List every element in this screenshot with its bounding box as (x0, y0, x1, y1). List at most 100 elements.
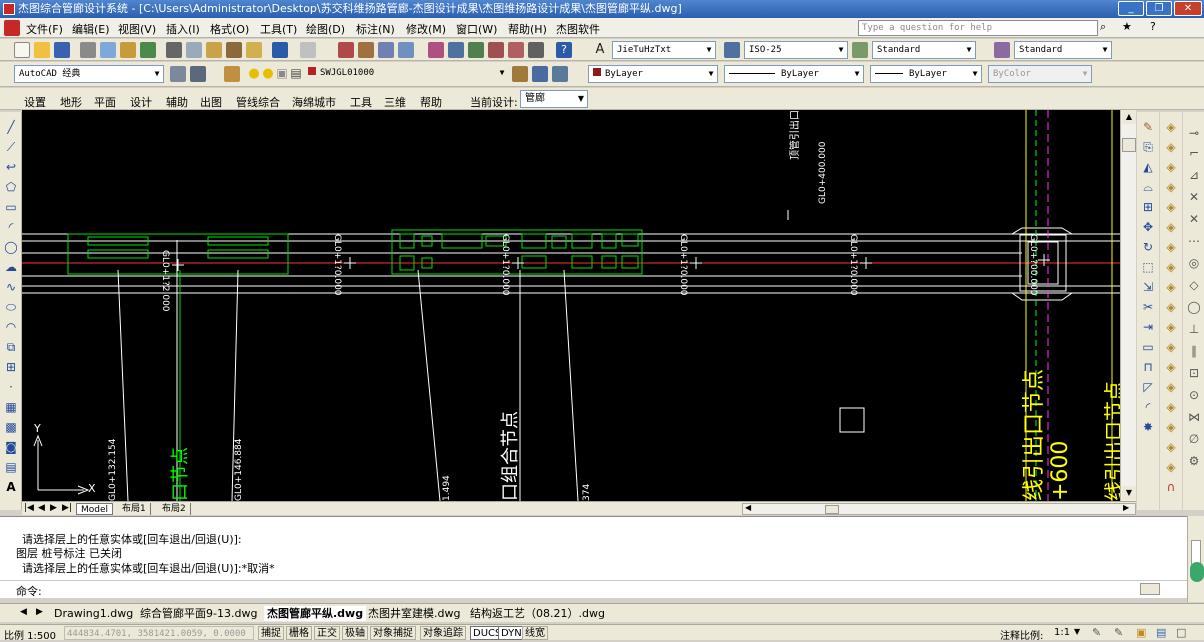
line-icon[interactable]: ╱ (4, 120, 18, 134)
arc-icon[interactable]: ◜ (4, 220, 18, 234)
star-icon[interactable]: ★ (1122, 20, 1132, 33)
layer-previous-icon[interactable] (532, 66, 548, 82)
toggle-lineweight[interactable]: 线宽 (522, 626, 548, 640)
save-icon[interactable] (54, 42, 70, 58)
snap-center-icon[interactable]: ◎ (1187, 256, 1201, 270)
layer-tool-icon[interactable]: ◈ (1164, 320, 1178, 334)
matchprop-icon[interactable] (226, 42, 242, 58)
current-design-select[interactable]: 管廊 ▼ (520, 90, 588, 108)
snap-apparent-icon[interactable]: ✕ (1187, 212, 1201, 226)
print-icon[interactable] (80, 42, 96, 58)
tab-model[interactable]: Model (76, 503, 114, 515)
linetype-select[interactable]: ByLayer ▼ (724, 65, 864, 83)
menu-insert[interactable]: 插入(I) (166, 21, 200, 37)
spline-icon[interactable]: ∿ (4, 280, 18, 294)
snap-node-icon[interactable]: ⊙ (1187, 388, 1201, 402)
zoom-previous-icon[interactable] (398, 42, 414, 58)
layer-tool-icon[interactable]: ◈ (1164, 360, 1178, 374)
extend-icon[interactable]: ⇥ (1141, 320, 1155, 334)
jietu-menu-output[interactable]: 出图 (200, 94, 222, 110)
jietu-menu-plan[interactable]: 平面 (94, 94, 116, 110)
auto-scale-icon[interactable]: ✎ (1114, 626, 1123, 639)
layer-tool-icon[interactable]: ◈ (1164, 140, 1178, 154)
plot-icon[interactable] (140, 42, 156, 58)
jietu-menu-tools[interactable]: 工具 (350, 94, 372, 110)
snap-extension-icon[interactable]: ⋯ (1187, 234, 1201, 248)
layer-tool-icon[interactable]: ◈ (1164, 260, 1178, 274)
gradient-icon[interactable]: ▩ (4, 420, 18, 434)
scroll-right-icon[interactable]: ▶ (1123, 503, 1129, 512)
scale-icon[interactable]: ⬚ (1141, 260, 1155, 274)
layer-tool-icon[interactable]: ◈ (1164, 400, 1178, 414)
scroll-up-icon[interactable]: ▲ (1122, 110, 1136, 124)
workspace-save-icon[interactable] (190, 66, 206, 82)
toggle-otrack[interactable]: 对象追踪 (420, 626, 466, 640)
layer-tool-icon[interactable]: ◈ (1164, 280, 1178, 294)
properties-icon[interactable] (428, 42, 444, 58)
layer-tool-icon[interactable]: ◈ (1164, 180, 1178, 194)
publish-icon[interactable] (120, 42, 136, 58)
blockeditor-icon[interactable] (246, 42, 262, 58)
snap-nearest-icon[interactable]: ⋈ (1187, 410, 1201, 424)
jietu-menu-settings[interactable]: 设置 (24, 94, 46, 110)
search-icon[interactable]: ⌕ (1100, 20, 1106, 34)
jietu-menu-help[interactable]: 帮助 (420, 94, 442, 110)
copy-icon[interactable] (186, 42, 202, 58)
ellipse-icon[interactable]: ⬭ (4, 300, 18, 314)
minimize-button[interactable]: _ (1118, 1, 1144, 16)
ellipse-arc-icon[interactable]: ◠ (4, 320, 18, 334)
polygon-icon[interactable]: ⬠ (4, 180, 18, 194)
table-style-select[interactable]: Standard ▼ (872, 41, 976, 59)
insert-block-icon[interactable]: ⧉ (4, 340, 18, 354)
zoom-realtime-icon[interactable] (358, 42, 374, 58)
table-icon[interactable]: ▤ (4, 460, 18, 474)
menu-view[interactable]: 视图(V) (118, 21, 156, 37)
pan-icon[interactable] (338, 42, 354, 58)
mtext-icon[interactable]: A (4, 480, 18, 494)
magnet-icon[interactable]: ∩ (1164, 480, 1178, 494)
jietu-menu-assist[interactable]: 辅助 (166, 94, 188, 110)
menu-window[interactable]: 窗口(W) (456, 21, 497, 37)
snap-parallel-icon[interactable]: ∥ (1187, 344, 1201, 358)
revcloud-icon[interactable]: ☁ (4, 260, 18, 274)
paste-icon[interactable] (206, 42, 222, 58)
snap-from-icon[interactable]: ⊸ (1187, 126, 1201, 140)
layer-tool-icon[interactable]: ◈ (1164, 300, 1178, 314)
dim-style-select[interactable]: ISO-25 ▼ (744, 41, 848, 59)
menu-format[interactable]: 格式(O) (210, 21, 249, 37)
doc-tab-active[interactable]: 杰图管廊平纵.dwg (264, 606, 367, 621)
offset-icon[interactable]: ⌓ (1141, 180, 1155, 194)
color-select[interactable]: ByLayer ▼ (588, 65, 718, 83)
array-icon[interactable]: ⊞ (1141, 200, 1155, 214)
text-style-select[interactable]: JieTuHzTxt ▼ (612, 41, 716, 59)
snap-quadrant-icon[interactable]: ◇ (1187, 278, 1201, 292)
snap-perpendicular-icon[interactable]: ⊥ (1187, 322, 1201, 336)
polyline-icon[interactable]: ↩ (4, 160, 18, 174)
menu-jietu[interactable]: 杰图软件 (556, 21, 600, 37)
menu-edit[interactable]: 编辑(E) (72, 21, 110, 37)
fillet-icon[interactable]: ◜ (1141, 400, 1155, 414)
break-icon[interactable]: ▭ (1141, 340, 1155, 354)
new-icon[interactable] (14, 42, 30, 58)
command-scrollbar[interactable] (1187, 516, 1204, 602)
zoom-window-icon[interactable] (378, 42, 394, 58)
layer-tool-icon[interactable]: ◈ (1164, 200, 1178, 214)
snap-insert-icon[interactable]: ⊡ (1187, 366, 1201, 380)
lock-icon[interactable]: ▣ (1136, 626, 1146, 639)
erase-icon[interactable]: ✎ (1141, 120, 1155, 134)
menu-file[interactable]: 文件(F) (26, 21, 63, 37)
doc-tab-prev-icon[interactable]: ◀ (20, 607, 27, 617)
layer-state-icon[interactable] (552, 66, 568, 82)
tray-icon[interactable]: ▤ (1156, 626, 1166, 639)
circle-icon[interactable]: ◯ (4, 240, 18, 254)
multileader-style-select[interactable]: Standard ▼ (1014, 41, 1112, 59)
tab-nav-prev-icon[interactable]: ◀ (38, 503, 45, 513)
layer-tool-icon[interactable]: ◈ (1164, 340, 1178, 354)
mirror-icon[interactable]: ◭ (1141, 160, 1155, 174)
doc-tab-next-icon[interactable]: ▶ (36, 607, 43, 617)
layer-tool-icon[interactable]: ◈ (1164, 120, 1178, 134)
workspace-settings-icon[interactable] (170, 66, 186, 82)
toolpalette-icon[interactable] (468, 42, 484, 58)
app-menu-icon[interactable] (4, 20, 20, 36)
drawing-canvas[interactable]: GL0+1?2.000 GL0+1?0.000 GL0+1?0.000 GL0+… (22, 110, 1120, 501)
